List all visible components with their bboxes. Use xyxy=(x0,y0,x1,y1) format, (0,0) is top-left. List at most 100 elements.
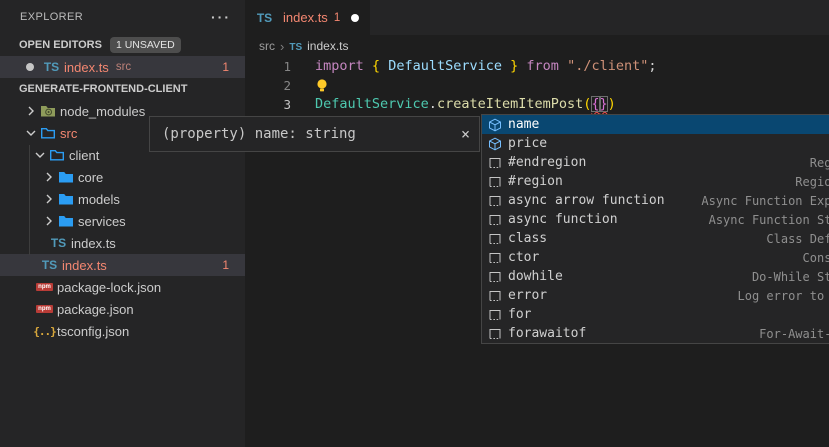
tree-item-label: package.json xyxy=(57,302,134,317)
error-count-badge: 1 xyxy=(222,60,229,74)
code-line-2[interactable]: 2 xyxy=(245,76,829,95)
suggestion-item-error[interactable]: errorLog error to console xyxy=(482,286,829,305)
snippet-icon xyxy=(487,269,503,285)
breadcrumb-folder[interactable]: src xyxy=(259,39,275,53)
suggestion-detail: Region Start xyxy=(795,175,829,189)
code-token: DefaultService xyxy=(388,58,502,74)
line-number[interactable]: 3 xyxy=(245,95,291,114)
suggestion-item-async-function[interactable]: async function Async Function Statement xyxy=(482,210,829,229)
code-token xyxy=(559,58,567,74)
line-content: DefaultService.createItemItemPost({}) xyxy=(291,95,616,114)
tree-item-label: src xyxy=(60,126,77,141)
code-token: . xyxy=(429,96,437,112)
tree-item-models[interactable]: models xyxy=(0,188,245,210)
line-content xyxy=(291,76,329,95)
suggestion-item-class[interactable]: classClass Definition xyxy=(482,229,829,248)
suggestion-item-for[interactable]: for xyxy=(482,305,829,324)
chevron-down-icon[interactable] xyxy=(32,147,48,163)
snippet-icon xyxy=(487,193,503,209)
code-line-3[interactable]: 3DefaultService.createItemItemPost({}) xyxy=(245,95,829,114)
tree-item-tsconfig-json[interactable]: {..}tsconfig.json xyxy=(0,320,245,342)
code-token: createItemItemPost xyxy=(437,96,583,112)
snippet-icon xyxy=(487,326,503,342)
tree-item-label: core xyxy=(78,170,103,185)
suggestion-item-dowhile[interactable]: dowhileDo-While Statement xyxy=(482,267,829,286)
suggestion-detail: Async Function Statement xyxy=(709,213,829,227)
suggestion-detail: For-Await-Of Loop xyxy=(759,327,829,341)
tree-item-index-ts[interactable]: TSindex.ts xyxy=(0,232,245,254)
code-token: "./client" xyxy=(567,58,648,74)
open-editor-item[interactable]: TS index.ts src 1 xyxy=(0,56,245,78)
snippet-icon xyxy=(487,250,503,266)
code-token: DefaultService xyxy=(315,96,429,112)
suggestion-item--endregion[interactable]: #endregionRegion End xyxy=(482,153,829,172)
line-number[interactable]: 1 xyxy=(245,57,291,76)
suggestion-item-price[interactable]: price xyxy=(482,134,829,153)
json-icon: {..} xyxy=(36,323,53,339)
tree-item-label: node_modules xyxy=(60,104,145,119)
code-token xyxy=(364,58,372,74)
suggestion-item-ctor[interactable]: ctor Constructor xyxy=(482,248,829,267)
code-token: import xyxy=(315,58,364,74)
code-token: from xyxy=(526,58,559,74)
folder-icon xyxy=(57,191,74,207)
code-token: } xyxy=(600,96,608,112)
snippet-icon xyxy=(487,288,503,304)
chevron-right-icon[interactable] xyxy=(41,169,57,185)
chevron-right-icon[interactable] xyxy=(23,103,39,119)
suggestion-detail: Constructor xyxy=(803,251,829,265)
error-count-badge: 1 xyxy=(222,258,229,272)
tab-index-ts[interactable]: TS index.ts 1 xyxy=(245,0,370,35)
npm-icon: npm xyxy=(36,301,53,317)
typescript-icon: TS xyxy=(43,59,60,75)
suggestion-detail: Async Function Expression xyxy=(701,194,829,208)
more-actions-icon[interactable]: ··· xyxy=(211,9,231,25)
typescript-icon: TS xyxy=(289,39,302,53)
tab-file-name: index.ts xyxy=(283,10,328,25)
suggestion-item-name[interactable]: name xyxy=(482,115,829,134)
suggest-details-tooltip: (property) name: string × xyxy=(149,116,480,152)
tree-item-label: package-lock.json xyxy=(57,280,161,295)
field-icon xyxy=(487,117,503,133)
line-number[interactable]: 2 xyxy=(245,76,291,95)
folder-icon xyxy=(57,169,74,185)
suggestion-label: async function xyxy=(508,212,618,227)
code-token: ) xyxy=(608,96,616,112)
chevron-right-icon[interactable] xyxy=(41,213,57,229)
suggestion-detail: Region End xyxy=(810,156,829,170)
project-name-label: GENERATE-FRONTEND-CLIENT xyxy=(19,83,187,95)
code-editor[interactable]: 1 import { DefaultService } from "./clien… xyxy=(245,57,829,114)
close-icon[interactable]: × xyxy=(461,125,470,143)
suggestion-label: price xyxy=(508,136,547,151)
suggestion-item--region[interactable]: #regionRegion Start xyxy=(482,172,829,191)
chevron-down-icon xyxy=(3,37,19,53)
project-section-header[interactable]: GENERATE-FRONTEND-CLIENT xyxy=(0,78,245,100)
tree-item-label: index.ts xyxy=(62,258,107,273)
tree-item-package-lock-json[interactable]: npm package-lock.json xyxy=(0,276,245,298)
modified-dot-icon[interactable] xyxy=(351,14,359,22)
suggestion-detail: Class Definition xyxy=(766,232,829,246)
tree-item-core[interactable]: core xyxy=(0,166,245,188)
tree-item-services[interactable]: services xyxy=(0,210,245,232)
code-token: { xyxy=(372,58,380,74)
typescript-icon: TS xyxy=(41,257,58,273)
suggestion-label: ctor xyxy=(508,250,539,265)
code-line-1[interactable]: 1import { DefaultService } from "./clien… xyxy=(245,57,829,76)
tree-item-index-ts[interactable]: TS index.ts 1 xyxy=(0,254,245,276)
suggest-widget: name price #endregionRegion End#regionRegi… xyxy=(481,114,829,344)
code-token xyxy=(502,58,510,74)
chevron-down-icon[interactable] xyxy=(23,125,39,141)
breadcrumb-file[interactable]: index.ts xyxy=(307,39,348,53)
suggestion-label: dowhile xyxy=(508,269,563,284)
tree-item-package-json[interactable]: npm package.json xyxy=(0,298,245,320)
chevron-right-icon[interactable] xyxy=(41,191,57,207)
open-editors-section-header[interactable]: OPEN EDITORS 1 UNSAVED xyxy=(0,34,245,56)
lightbulb-icon[interactable] xyxy=(315,78,329,93)
tab-bar: TS index.ts 1 xyxy=(245,0,829,35)
suggestion-item-forawaitof[interactable]: forawaitofFor-Await-Of Loop xyxy=(482,324,829,343)
suggestion-item-async-arrow-function[interactable]: async arrow functionAsync Function Expre… xyxy=(482,191,829,210)
open-editor-file-name: index.ts xyxy=(64,60,109,75)
tree-item-label: index.ts xyxy=(71,236,116,251)
chevron-right-icon: › xyxy=(280,39,284,54)
npm-icon: npm xyxy=(36,279,53,295)
